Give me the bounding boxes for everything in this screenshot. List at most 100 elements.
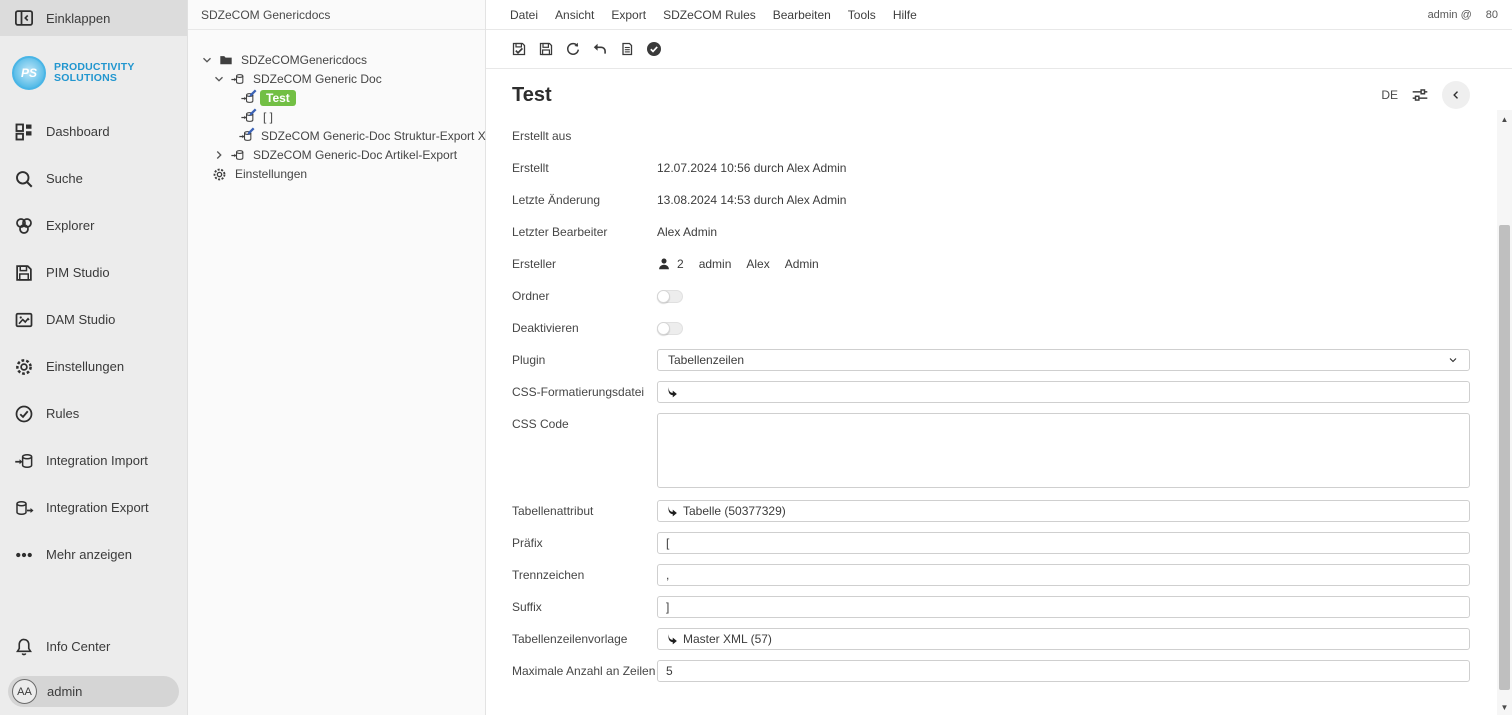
letzte-aenderung-value: 13.08.2024 14:53 durch Alex Admin — [657, 193, 1470, 207]
ersteller-firstname[interactable]: Alex — [746, 257, 769, 271]
scroll-down-arrow[interactable]: ▼ — [1497, 700, 1512, 714]
session-status: admin @ 80 — [1428, 9, 1498, 21]
tree-node-struktur-export[interactable]: SDZeCOM Generic-Doc Struktur-Export XML — [238, 126, 479, 145]
css-code-textarea[interactable] — [658, 414, 1469, 487]
chevron-right-icon[interactable] — [212, 148, 226, 162]
brand-line2: SOLUTIONS — [54, 73, 135, 84]
more-dots-icon — [14, 545, 34, 565]
main-area: Datei Ansicht Export SDZeCOM Rules Bearb… — [486, 0, 1512, 715]
confirm-icon[interactable] — [646, 41, 662, 57]
refresh-icon[interactable] — [565, 41, 581, 57]
plugin-select[interactable]: Tabellenzeilen — [657, 349, 1470, 371]
tabellenattribut-input[interactable] — [683, 501, 1461, 521]
css-datei-input[interactable] — [683, 382, 1461, 402]
language-label[interactable]: DE — [1381, 88, 1398, 102]
tree-node-root[interactable]: SDZeCOMGenericdocs — [200, 50, 479, 69]
ersteller-login[interactable]: admin — [699, 257, 732, 271]
tabellenzeilenvorlage-input[interactable] — [683, 629, 1461, 649]
ersteller-lastname[interactable]: Admin — [785, 257, 819, 271]
scrollbar-thumb[interactable] — [1499, 225, 1510, 690]
menu-datei[interactable]: Datei — [510, 8, 538, 22]
toggle-knob — [657, 290, 670, 303]
menu-sdzecom-rules[interactable]: SDZeCOM Rules — [663, 8, 756, 22]
ps-logo-icon: PS — [12, 56, 46, 90]
field-erstellt: Erstellt 12.07.2024 10:56 durch Alex Adm… — [512, 157, 1470, 179]
vertical-scrollbar[interactable]: ▲ ▼ — [1497, 110, 1512, 715]
tree-node-brackets[interactable]: [ ] — [240, 107, 479, 126]
sidebar-item-explorer[interactable]: Explorer — [0, 202, 187, 249]
css-datei-inputbox — [657, 381, 1470, 403]
css-code-box — [657, 413, 1470, 488]
field-praefix: Präfix — [512, 532, 1470, 554]
page-title: Test — [512, 84, 552, 107]
sidebar-item-info-center[interactable]: Info Center — [0, 623, 187, 670]
field-erstellt-aus: Erstellt aus — [512, 125, 1470, 147]
reference-tag-icon — [666, 386, 678, 398]
ordner-toggle[interactable] — [657, 290, 683, 303]
integration-export-icon — [14, 498, 34, 518]
sidebar-item-mehr-anzeigen[interactable]: Mehr anzeigen — [0, 531, 187, 578]
menu-hilfe[interactable]: Hilfe — [893, 8, 917, 22]
user-menu[interactable]: AA admin — [8, 676, 179, 707]
sidebar-item-einstellungen[interactable]: Einstellungen — [0, 343, 187, 390]
field-deaktivieren: Deaktivieren — [512, 317, 1470, 339]
toolbar — [486, 30, 1512, 69]
import-doc-icon — [230, 148, 246, 162]
tree-node-selected-label[interactable]: Test — [260, 90, 296, 106]
menu-ansicht[interactable]: Ansicht — [555, 8, 594, 22]
max-zeilen-inputbox — [657, 660, 1470, 682]
field-max-zeilen: Maximale Anzahl an Zeilen — [512, 660, 1470, 682]
sidebar-item-integration-import[interactable]: Integration Import — [0, 437, 187, 484]
erstellt-value: 12.07.2024 10:56 durch Alex Admin — [657, 161, 1470, 175]
menu-tools[interactable]: Tools — [848, 8, 876, 22]
ersteller-count: 2 — [677, 257, 684, 271]
scroll-up-arrow[interactable]: ▲ — [1497, 112, 1512, 126]
sidebar: Einklappen PS PRODUCTIVITY SOLUTIONS Das… — [0, 0, 188, 715]
tree-node-artikel-export[interactable]: SDZeCOM Generic-Doc Artikel-Export — [212, 145, 479, 164]
sidebar-item-rules[interactable]: Rules — [0, 390, 187, 437]
tree-node-generic-doc[interactable]: SDZeCOM Generic Doc — [212, 69, 479, 88]
chevron-down-icon — [1447, 354, 1459, 366]
undo-icon[interactable] — [592, 41, 608, 57]
tree: SDZeCOMGenericdocs SDZeCOM Generic Doc T… — [188, 30, 485, 183]
brand-name: PRODUCTIVITY SOLUTIONS — [54, 62, 135, 84]
detail-form: Test DE Erstellt aus Erstellt 12.07.2024… — [486, 69, 1512, 715]
chevron-left-icon — [1450, 89, 1462, 101]
suffix-input[interactable] — [666, 597, 1461, 617]
toggle-knob — [657, 322, 670, 335]
tabellenzeilenvorlage-inputbox — [657, 628, 1470, 650]
gear-icon — [14, 357, 34, 377]
pim-studio-icon — [14, 263, 34, 283]
chevron-down-icon[interactable] — [200, 53, 214, 67]
save-icon[interactable] — [538, 41, 554, 57]
sidebar-item-dashboard[interactable]: Dashboard — [0, 108, 187, 155]
chevron-down-icon[interactable] — [212, 72, 226, 86]
praefix-inputbox — [657, 532, 1470, 554]
sliders-icon[interactable] — [1411, 86, 1429, 104]
pencil-icon — [248, 107, 258, 117]
paste-icon[interactable] — [619, 41, 635, 57]
tree-node-test[interactable]: Test — [240, 88, 479, 107]
dam-studio-icon — [14, 310, 34, 330]
collapse-sidebar-button[interactable]: Einklappen — [0, 0, 187, 36]
deaktivieren-toggle[interactable] — [657, 322, 683, 335]
trennzeichen-input[interactable] — [666, 565, 1461, 585]
session-user: admin @ — [1428, 9, 1472, 21]
folder-icon — [218, 53, 234, 67]
menu-bearbeiten[interactable]: Bearbeiten — [773, 8, 831, 22]
tree-node-einstellungen[interactable]: Einstellungen — [212, 164, 479, 183]
sidebar-item-suche[interactable]: Suche — [0, 155, 187, 202]
save-check-icon[interactable] — [511, 41, 527, 57]
explorer-icon — [14, 216, 34, 236]
field-trennzeichen: Trennzeichen — [512, 564, 1470, 586]
suffix-inputbox — [657, 596, 1470, 618]
sidebar-item-integration-export[interactable]: Integration Export — [0, 484, 187, 531]
menu-export[interactable]: Export — [611, 8, 646, 22]
person-icon — [657, 257, 671, 271]
reference-tag-icon — [666, 633, 678, 645]
max-zeilen-input[interactable] — [666, 661, 1461, 681]
praefix-input[interactable] — [666, 533, 1461, 553]
sidebar-item-dam-studio[interactable]: DAM Studio — [0, 296, 187, 343]
collapse-detail-button[interactable] — [1442, 81, 1470, 109]
sidebar-item-pim-studio[interactable]: PIM Studio — [0, 249, 187, 296]
